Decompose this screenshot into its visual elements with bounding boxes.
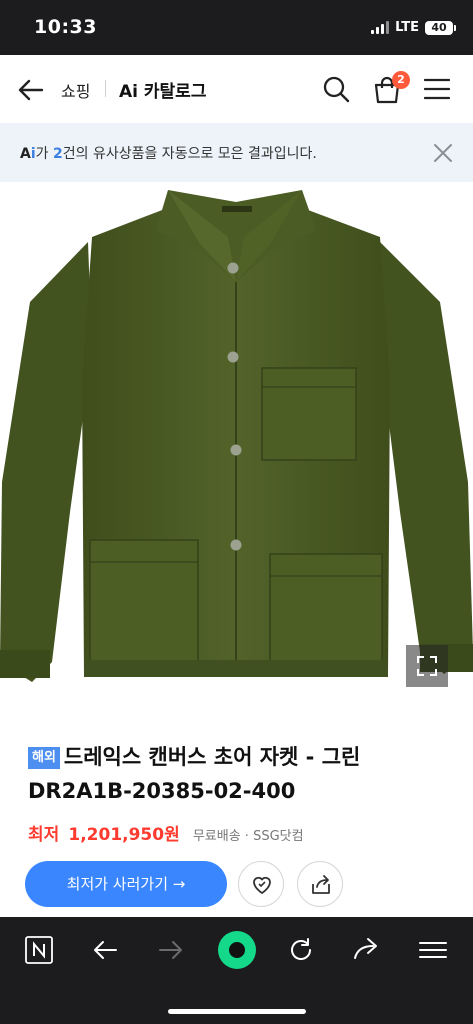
fullscreen-button[interactable] <box>406 645 448 687</box>
ai-notice-message: 건의 유사상품을 자동으로 모은 결과입니다. <box>62 146 317 162</box>
ai-logo: Ai <box>20 146 36 162</box>
price-label: 최저 <box>28 825 60 845</box>
forward-icon[interactable] <box>154 933 188 967</box>
product-title: 드레익스 캔버스 초어 자켓 - 그린 DR2A1B-20385-02-400 <box>28 745 361 803</box>
ai-notice-prefix: 가 <box>35 146 49 162</box>
breadcrumb-divider <box>105 80 106 97</box>
share-icon <box>312 875 330 894</box>
back-icon[interactable] <box>88 933 122 967</box>
cart-count-badge: 2 <box>392 71 410 89</box>
lowest-price: 1,201,950원 <box>68 825 180 845</box>
overseas-badge: 해외 <box>28 747 60 769</box>
hamburger-menu-icon[interactable] <box>424 77 450 101</box>
status-indicators: LTE 40 <box>371 20 456 35</box>
wishlist-button[interactable] <box>238 861 284 907</box>
breadcrumb-shopping[interactable]: 쇼핑 <box>61 78 90 102</box>
product-page: 쇼핑 Ai 카탈로그 2 Ai가 2건의 유사상품을 자동으로 모은 결과입니다… <box>0 55 473 917</box>
app-header: 쇼핑 Ai 카탈로그 2 <box>0 55 473 123</box>
refresh-icon[interactable] <box>284 933 318 967</box>
product-image[interactable] <box>0 182 473 747</box>
back-arrow-icon[interactable] <box>16 75 46 105</box>
page-title: Ai 카탈로그 <box>119 82 207 102</box>
menu-icon[interactable] <box>416 933 450 967</box>
signal-icon <box>371 21 390 34</box>
naver-n-icon[interactable] <box>22 933 56 967</box>
cart-button[interactable]: 2 <box>372 71 410 105</box>
home-indicator <box>168 1009 306 1014</box>
jacket-image <box>0 190 473 682</box>
ai-notice-count: 2 <box>53 146 63 162</box>
share-icon[interactable] <box>350 933 384 967</box>
status-time: 10:33 <box>34 16 97 38</box>
share-product-button[interactable] <box>297 861 343 907</box>
product-title-block: 해외 드레익스 캔버스 초어 자켓 - 그린 DR2A1B-20385-02-40… <box>28 740 448 808</box>
network-label: LTE <box>395 20 419 35</box>
buy-lowest-button[interactable]: 최저가 사러가기 → <box>25 861 227 907</box>
expand-icon <box>417 656 437 676</box>
shipping-info: 무료배송 · SSG닷컴 <box>192 829 304 844</box>
status-bar: 10:33 LTE 40 <box>0 0 473 55</box>
search-icon[interactable] <box>322 75 350 103</box>
browser-toolbar <box>0 917 473 1024</box>
battery-icon: 40 <box>425 20 456 35</box>
close-icon[interactable] <box>432 142 454 164</box>
green-home-icon[interactable] <box>216 929 258 971</box>
ai-notice-text: Ai가 2건의 유사상품을 자동으로 모은 결과입니다. <box>20 143 317 163</box>
ai-notice-banner: Ai가 2건의 유사상품을 자동으로 모은 결과입니다. <box>0 123 473 182</box>
price-row: 최저 1,201,950원 무료배송 · SSG닷컴 <box>28 820 304 845</box>
heart-icon <box>253 876 271 894</box>
